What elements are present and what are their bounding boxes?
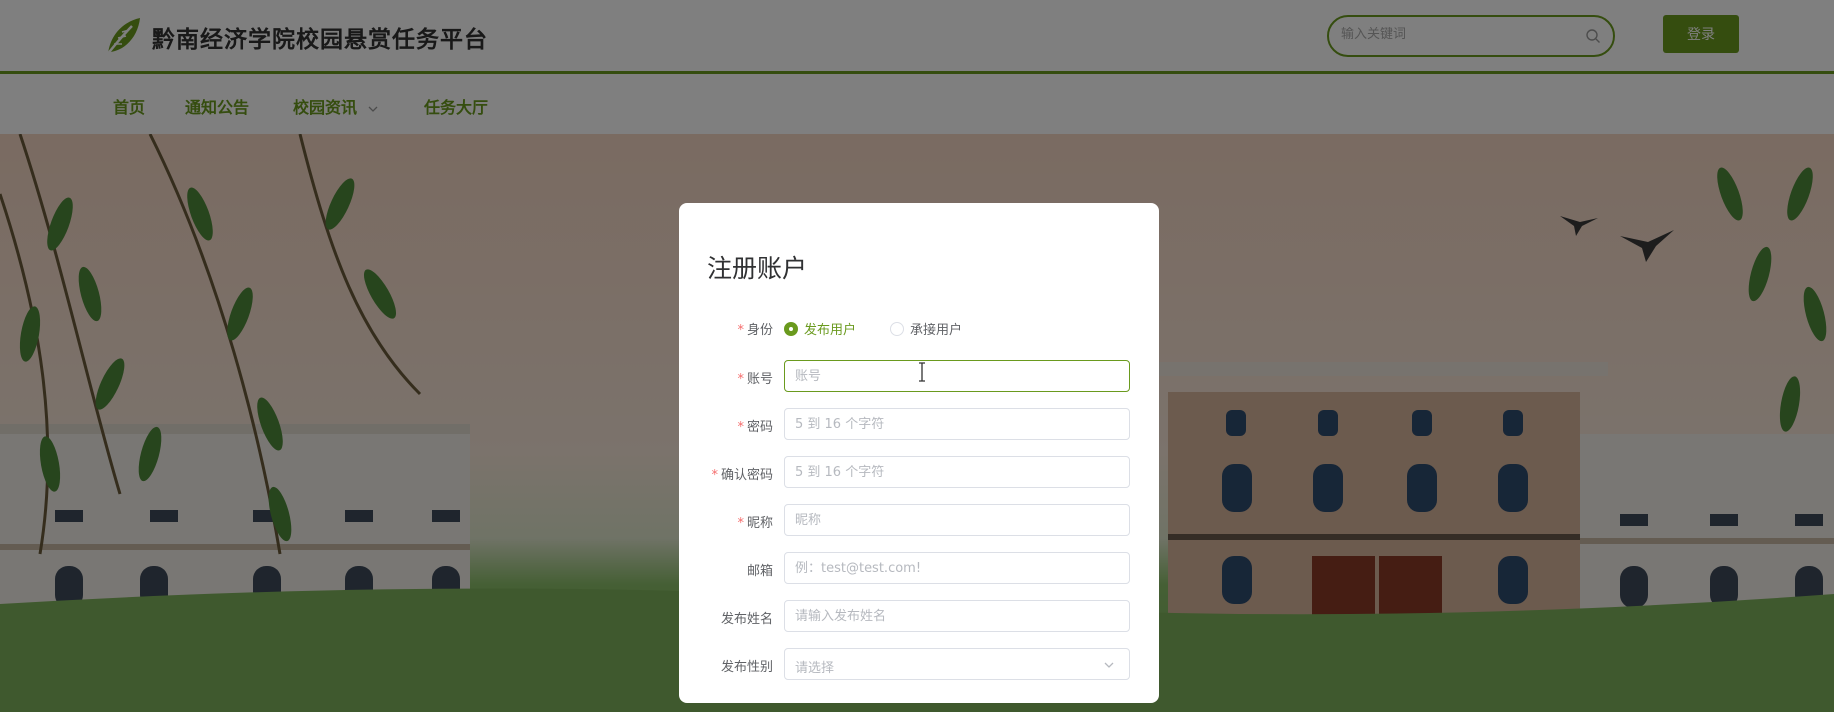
select-placeholder: 请选择 <box>795 661 835 676</box>
email-row: 邮箱 <box>679 552 1159 584</box>
confirm-password-label: * 确认密码 <box>711 468 773 483</box>
account-label: * 账号 <box>737 372 773 387</box>
dialog-title: 注册账户 <box>707 254 808 283</box>
radio-contractor[interactable]: 承接用户 <box>890 319 962 338</box>
publisher-name-row: 发布姓名 <box>679 600 1159 632</box>
password-label: * 密码 <box>737 420 773 435</box>
chevron-down-icon <box>1104 662 1114 668</box>
publisher-name-input[interactable] <box>784 600 1130 632</box>
publisher-name-label: 发布姓名 <box>720 612 773 627</box>
nickname-row: * 昵称 <box>679 504 1159 536</box>
identity-row: * 身份 发布用户 承接用户 <box>679 311 1159 343</box>
radio-unchecked-icon <box>890 321 904 336</box>
required-mark: * <box>737 323 744 338</box>
register-dialog: 注册账户 *身份 发布用户 承接用户 *账号 *密码 *确认密码 <box>679 203 1159 703</box>
publisher-gender-select[interactable]: 请选择 <box>784 648 1130 680</box>
publisher-gender-row: 发布性别 请选择 <box>679 648 1159 680</box>
email-input[interactable] <box>784 552 1130 584</box>
confirm-password-row: * 确认密码 <box>679 456 1159 488</box>
nickname-input[interactable] <box>784 504 1130 536</box>
email-label: 邮箱 <box>746 564 773 579</box>
text-cursor-icon <box>919 362 925 382</box>
radio-publisher[interactable]: 发布用户 <box>784 319 856 338</box>
publisher-gender-label: 发布性别 <box>720 660 773 675</box>
password-row: * 密码 <box>679 408 1159 440</box>
password-input[interactable] <box>784 408 1130 440</box>
confirm-password-input[interactable] <box>784 456 1130 488</box>
nickname-label: * 昵称 <box>737 516 773 531</box>
account-input[interactable] <box>784 360 1130 392</box>
radio-checked-icon <box>784 321 798 336</box>
identity-label: * 身份 <box>737 323 773 338</box>
